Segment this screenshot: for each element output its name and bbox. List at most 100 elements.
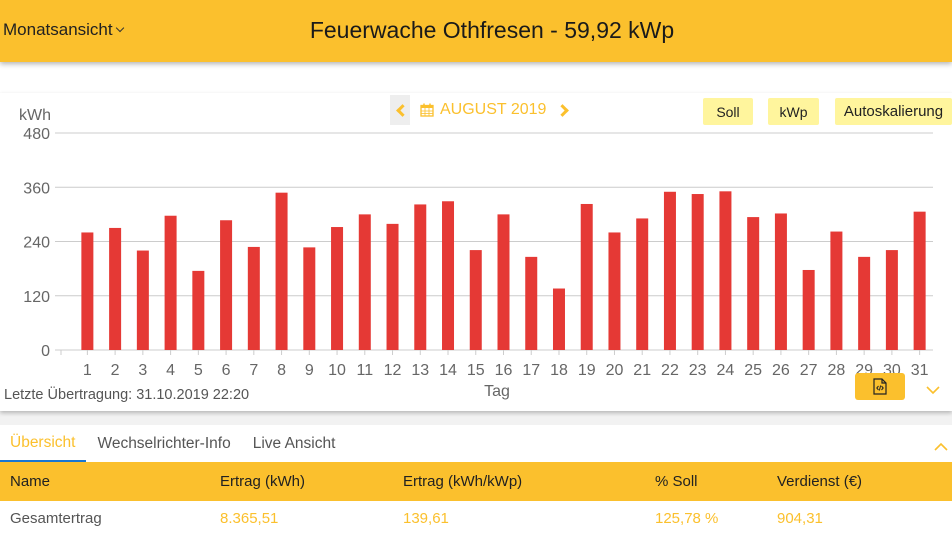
summary-panel: Übersicht Wechselrichter-Info Live Ansic… [0,425,952,536]
bar-day-15[interactable] [469,250,482,350]
bar-day-9[interactable] [303,247,316,350]
bar-day-24[interactable] [719,191,732,350]
kwp-toggle[interactable]: kWp [768,98,819,125]
chevron-left-icon [395,103,409,117]
x-tick-label: 17 [522,362,540,379]
x-tick-label: 26 [772,362,790,379]
month-navigator: AUGUST 2019 [390,95,574,125]
x-tick-label: 9 [305,362,314,379]
bar-day-3[interactable] [136,250,149,350]
bar-day-27[interactable] [802,269,815,350]
autoscale-toggle[interactable]: Autoskalierung [835,98,952,125]
bar-day-20[interactable] [608,232,621,350]
x-tick-label: 1 [83,362,92,379]
bar-day-28[interactable] [830,231,843,350]
collapse-chevron-up-icon[interactable] [933,440,949,454]
percent-target-value: 125,78 % [655,510,719,527]
row-name: Gesamtertrag [10,510,102,527]
tab-overview[interactable]: Übersicht [0,425,87,462]
x-tick-label: 5 [194,362,203,379]
bar-day-10[interactable] [331,227,344,350]
bar-day-18[interactable] [552,288,565,350]
table-row: Gesamtertrag 8.365,51 139,61 125,78 % 90… [0,501,952,536]
calendar-icon [420,103,434,117]
x-tick-label: 16 [495,362,513,379]
tab-live-view[interactable]: Live Ansicht [242,425,347,462]
bar-day-7[interactable] [247,246,260,350]
x-tick-label: 14 [439,362,457,379]
x-tick-label: 18 [550,362,568,379]
x-tick-label: 21 [633,362,651,379]
bar-day-23[interactable] [691,194,704,350]
bar-day-30[interactable] [885,250,898,350]
bar-day-11[interactable] [358,214,371,350]
x-tick-label: 15 [467,362,485,379]
x-tick-label: 27 [800,362,818,379]
top-bar: Monatsansicht Feuerwache Othfresen - 59,… [0,0,952,62]
column-header-name: Name [10,473,51,490]
chart-card: 0 120 240 360 480 1 2 3 4 5 6 7 8 9 10 11 12 13 14 15 16 17 1… [0,93,952,411]
table-header: Name Ertrag (kWh) Ertrag (kWh/kWp) % Sol… [0,462,952,501]
bar-day-1[interactable] [81,232,94,350]
bar-day-8[interactable] [275,192,288,350]
x-tick-label: 3 [138,362,147,379]
chevron-right-icon [556,103,569,117]
bar-day-29[interactable] [858,256,871,350]
current-month: AUGUST 2019 [440,101,547,118]
x-tick-label: 11 [356,362,373,379]
export-button[interactable] [855,373,905,400]
y-tick-label: 0 [41,343,50,360]
x-tick-label: 4 [166,362,175,379]
y-tick-label: 360 [23,180,50,197]
y-tick-label: 240 [23,235,50,252]
bar-day-13[interactable] [414,204,427,350]
x-tick-label: 10 [328,362,346,379]
previous-month-button[interactable] [390,95,410,125]
x-axis-label: Tag [484,383,510,400]
x-tick-label: 8 [277,362,286,379]
x-tick-label: 20 [606,362,624,379]
bar-day-22[interactable] [663,191,676,350]
x-tick-label: 31 [911,362,929,379]
x-tick-label: 22 [661,362,679,379]
bar-day-26[interactable] [774,213,787,350]
x-tick-label: 7 [249,362,258,379]
x-tick-label: 23 [689,362,707,379]
bar-day-25[interactable] [747,217,760,350]
column-header-percent-target: % Soll [655,473,698,490]
tab-inverter-info[interactable]: Wechselrichter-Info [86,425,241,462]
column-header-earnings: Verdienst (€) [777,473,863,490]
bar-day-16[interactable] [497,214,510,350]
bar-day-12[interactable] [386,223,399,350]
yield-per-kwp-value: 139,61 [403,510,449,527]
x-tick-label: 28 [828,362,846,379]
y-tick-label: 480 [23,126,50,143]
x-tick-label: 2 [111,362,120,379]
column-header-yield-kwh: Ertrag (kWh) [220,473,306,490]
bar-day-5[interactable] [192,270,205,350]
soll-toggle[interactable]: Soll [703,98,753,125]
last-transfer-status: Letzte Übertragung: 31.10.2019 22:20 [4,387,250,403]
column-header-yield-per-kwp: Ertrag (kWh/kWp) [403,473,523,490]
x-tick-label: 24 [717,362,735,379]
expand-chevron-down-icon[interactable] [925,383,941,397]
bar-day-2[interactable] [109,227,122,350]
export-file-icon [873,378,887,395]
month-picker[interactable]: AUGUST 2019 [420,101,546,119]
bar-day-14[interactable] [442,201,455,350]
tab-bar: Übersicht Wechselrichter-Info Live Ansic… [0,425,346,462]
bar-day-19[interactable] [580,203,593,350]
bar-day-21[interactable] [636,218,649,350]
bar-day-17[interactable] [525,256,538,350]
bar-day-4[interactable] [164,215,177,350]
bar-chart: 0120240360480 1 2 3 4 5 6 7 8 9 10 11 12 13 14 15 16 17 1… [19,107,933,400]
next-month-button[interactable] [554,95,574,125]
bar-day-31[interactable] [913,211,926,350]
x-tick-label: 19 [578,362,596,379]
yield-kwh-value: 8.365,51 [220,510,279,527]
earnings-value: 904,31 [777,510,823,527]
x-tick-label: 6 [222,362,231,379]
x-tick-label: 25 [744,362,762,379]
bar-day-6[interactable] [220,220,233,350]
y-axis-label: kWh [19,107,51,124]
